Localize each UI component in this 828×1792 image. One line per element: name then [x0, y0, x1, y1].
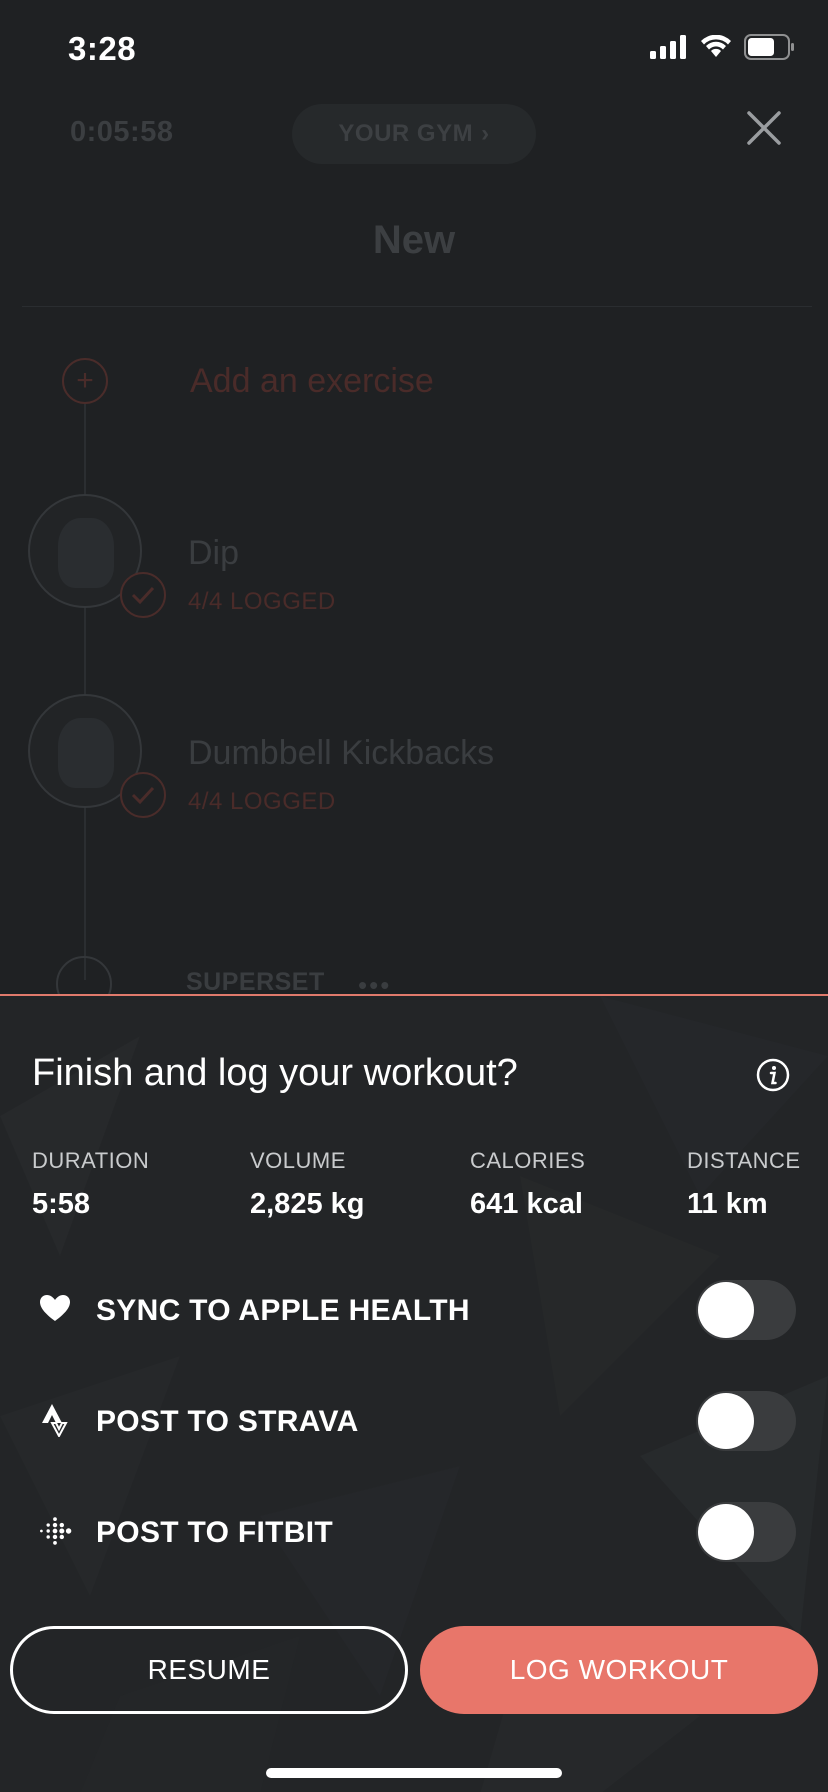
gym-label: YOUR GYM: [338, 120, 474, 147]
stat-value: 5:58: [32, 1188, 91, 1220]
divider: [22, 306, 812, 307]
exercise-name[interactable]: Dumbbell Kickbacks: [188, 734, 494, 773]
sheet-title: Finish and log your workout?: [32, 1052, 518, 1094]
battery-icon: [744, 34, 794, 60]
exercise-status: 4/4 LOGGED: [188, 788, 336, 815]
post-fitbit-row: POST TO FITBIT: [0, 1496, 828, 1566]
stat-distance: DISTANCE 11 km: [687, 1148, 801, 1221]
status-bar: 3:28: [0, 0, 828, 100]
stat-calories: CALORIES 641 kcal: [470, 1148, 585, 1221]
chevron-right-icon: ›: [481, 120, 490, 147]
stat-label: VOLUME: [250, 1148, 346, 1173]
fitbit-icon: [40, 1517, 72, 1545]
sync-label: POST TO FITBIT: [96, 1516, 333, 1549]
stat-value: 2,825 kg: [250, 1188, 365, 1220]
wifi-icon: [701, 35, 731, 57]
sync-label: POST TO STRAVA: [96, 1405, 359, 1438]
stat-volume: VOLUME 2,825 kg: [250, 1148, 364, 1221]
fitbit-toggle[interactable]: [696, 1502, 796, 1562]
add-exercise-label[interactable]: Add an exercise: [190, 362, 434, 401]
workout-screen-dimmed: 3:28 0:05:58 YOUR GYM › New + Add an exe…: [0, 0, 828, 1012]
stat-label: DISTANCE: [687, 1148, 801, 1173]
toggle-knob: [698, 1282, 754, 1338]
stat-value: 641 kcal: [470, 1188, 583, 1220]
heart-icon: [40, 1295, 70, 1321]
home-indicator: [266, 1768, 562, 1778]
toggle-knob: [698, 1393, 754, 1449]
checkmark-icon: [120, 772, 166, 818]
superset-label: SUPERSET: [186, 968, 325, 996]
post-strava-row: POST TO STRAVA: [0, 1385, 828, 1455]
exercise-status: 4/4 LOGGED: [188, 588, 336, 615]
add-exercise-icon[interactable]: +: [62, 358, 108, 404]
gym-selector[interactable]: YOUR GYM ›: [292, 104, 536, 164]
log-workout-button[interactable]: LOG WORKOUT: [420, 1626, 818, 1714]
finish-workout-sheet: Finish and log your workout? DURATION 5:…: [0, 994, 828, 1792]
signal-icon: [650, 35, 686, 59]
stat-duration: DURATION 5:58: [32, 1148, 149, 1221]
status-time: 3:28: [68, 30, 137, 67]
strava-toggle[interactable]: [696, 1391, 796, 1451]
sync-apple-health-row: SYNC TO APPLE HEALTH: [0, 1274, 828, 1344]
exercise-name[interactable]: Dip: [188, 534, 239, 573]
apple-health-toggle[interactable]: [696, 1280, 796, 1340]
stat-value: 11 km: [687, 1188, 768, 1220]
workout-timer: 0:05:58: [70, 116, 174, 148]
stat-label: DURATION: [32, 1148, 150, 1173]
close-icon[interactable]: [744, 108, 784, 148]
toggle-knob: [698, 1504, 754, 1560]
checkmark-icon: [120, 572, 166, 618]
sync-label: SYNC TO APPLE HEALTH: [96, 1294, 470, 1327]
resume-button[interactable]: RESUME: [10, 1626, 408, 1714]
strava-icon: [42, 1404, 68, 1437]
stat-label: CALORIES: [470, 1148, 586, 1173]
timeline-line: [84, 380, 86, 980]
status-icons: [650, 34, 796, 60]
info-icon[interactable]: [756, 1058, 790, 1092]
workout-title: New: [372, 218, 456, 262]
